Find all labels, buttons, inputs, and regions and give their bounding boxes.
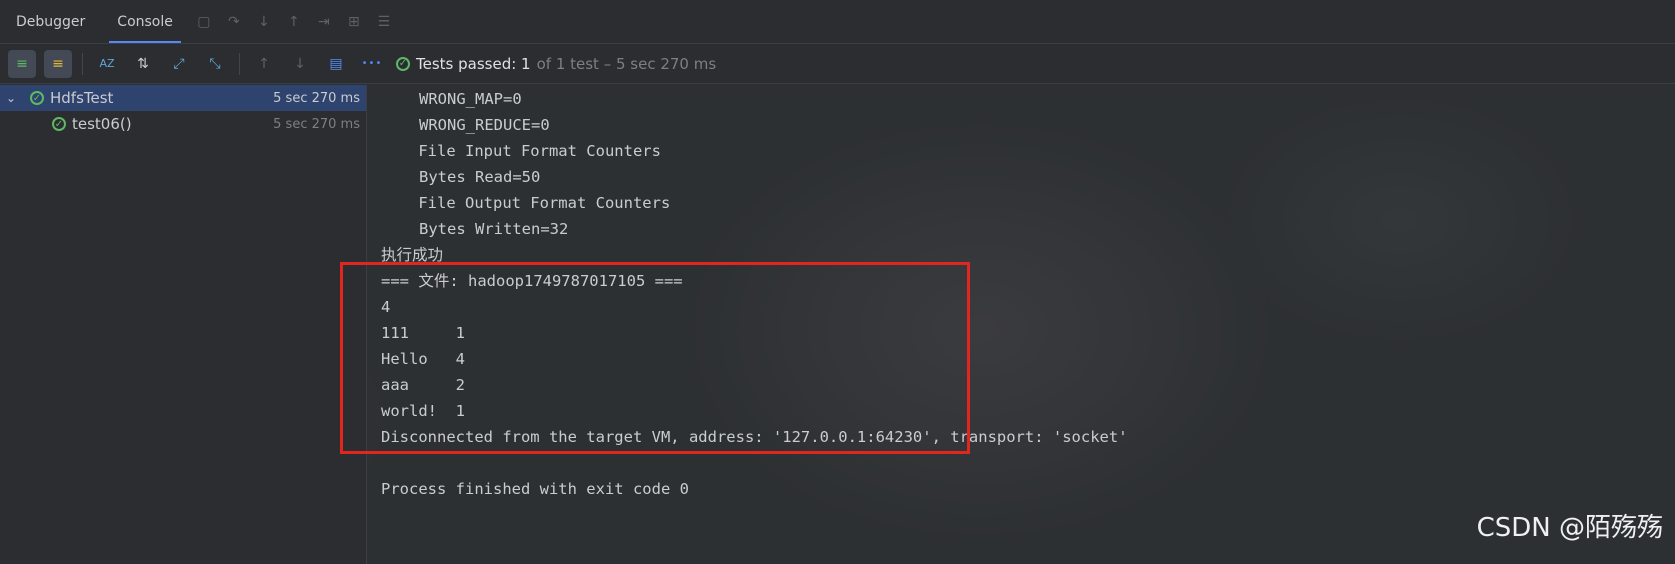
console-line: Process finished with exit code 0 [381, 480, 689, 498]
check-circle-icon: ✓ [30, 91, 44, 105]
console-line: Hello 4 [381, 350, 465, 368]
console-line: === 文件: hadoop1749787017105 === [381, 272, 683, 290]
toolbar-divider [239, 52, 240, 75]
tab-debugger[interactable]: Debugger [0, 0, 101, 43]
show-ignored-icon[interactable]: ≡ [44, 49, 72, 78]
test-results-tree: ⌄ ✓ HdfsTest 5 sec 270 ms ✓ test06() 5 s… [0, 85, 367, 564]
more-options-icon[interactable]: ••• [358, 50, 386, 78]
tests-passed-label: Tests passed: 1 [416, 54, 531, 73]
trace-icon[interactable]: ☰ [373, 12, 395, 32]
sort-by-duration-icon[interactable]: ⇅ [129, 50, 157, 78]
next-failed-icon[interactable]: ↓ [286, 50, 314, 78]
console-line: Disconnected from the target VM, address… [381, 428, 1128, 446]
tool-window-tabbar: Debugger Console ▢ ↷ ↓ ↑ ⇥ ⊞ ☰ [0, 0, 1675, 44]
console-line: world! 1 [381, 402, 465, 420]
collapse-all-icon[interactable]: ⤡ [201, 50, 229, 78]
run-to-cursor-icon[interactable]: ⇥ [313, 12, 335, 32]
console-line: 4 [381, 298, 391, 316]
toolbar-divider [82, 52, 83, 75]
console-line: File Output Format Counters [381, 194, 680, 212]
tests-passed-detail: of 1 test – 5 sec 270 ms [536, 54, 717, 73]
console-line: aaa 2 [381, 376, 465, 394]
tab-console[interactable]: Console [101, 0, 189, 43]
watermark: CSDN @陌殇殇 [1476, 513, 1663, 543]
tree-row-test06[interactable]: ✓ test06() 5 sec 270 ms [0, 111, 366, 137]
console-line: File Input Format Counters [381, 142, 671, 160]
test-method-name: test06() [72, 115, 132, 133]
chevron-down-icon[interactable]: ⌄ [6, 91, 22, 105]
export-results-icon[interactable]: ▤ [322, 50, 350, 78]
console-line: Bytes Read=50 [419, 168, 541, 186]
console-line: 111 1 [381, 324, 465, 342]
tab-debugger-label: Debugger [16, 13, 86, 30]
step-into-icon[interactable]: ↓ [253, 12, 275, 32]
console-line: WRONG_REDUCE=0 [419, 116, 550, 134]
step-out-icon[interactable]: ↑ [283, 12, 305, 32]
tab-console-label: Console [117, 13, 173, 30]
test-duration: 5 sec 270 ms [273, 116, 360, 132]
show-passed-icon[interactable]: ≡ [8, 49, 36, 78]
expand-all-icon[interactable]: ⤢ [165, 50, 193, 78]
check-circle-icon: ✓ [396, 56, 410, 71]
tests-status: ✓ Tests passed: 1 of 1 test – 5 sec 270 … [396, 55, 716, 73]
test-toolbar: ≡ ≡ AZ ⇅ ⤢ ⤡ ↑ ↓ ▤ ••• ✓ Tests passed: 1… [0, 44, 1675, 84]
previous-failed-icon[interactable]: ↑ [250, 50, 278, 78]
console-line: WRONG_MAP=0 [419, 90, 522, 108]
check-circle-icon: ✓ [52, 117, 66, 131]
test-class-name: HdfsTest [50, 89, 114, 107]
step-over-icon[interactable]: ↷ [223, 12, 245, 32]
evaluate-expression-icon[interactable]: ⊞ [343, 12, 365, 32]
console-output[interactable]: WRONG_MAP=0 WRONG_REDUCE=0 File Input Fo… [367, 85, 1675, 564]
console-line: 执行成功 [381, 246, 444, 264]
test-duration: 5 sec 270 ms [273, 90, 360, 106]
sort-alphabetically-icon[interactable]: AZ [93, 50, 121, 78]
tree-row-hdfstest[interactable]: ⌄ ✓ HdfsTest 5 sec 270 ms [0, 85, 366, 111]
restore-layout-icon[interactable]: ▢ [193, 12, 215, 32]
console-line: Bytes Written=32 [419, 220, 569, 238]
